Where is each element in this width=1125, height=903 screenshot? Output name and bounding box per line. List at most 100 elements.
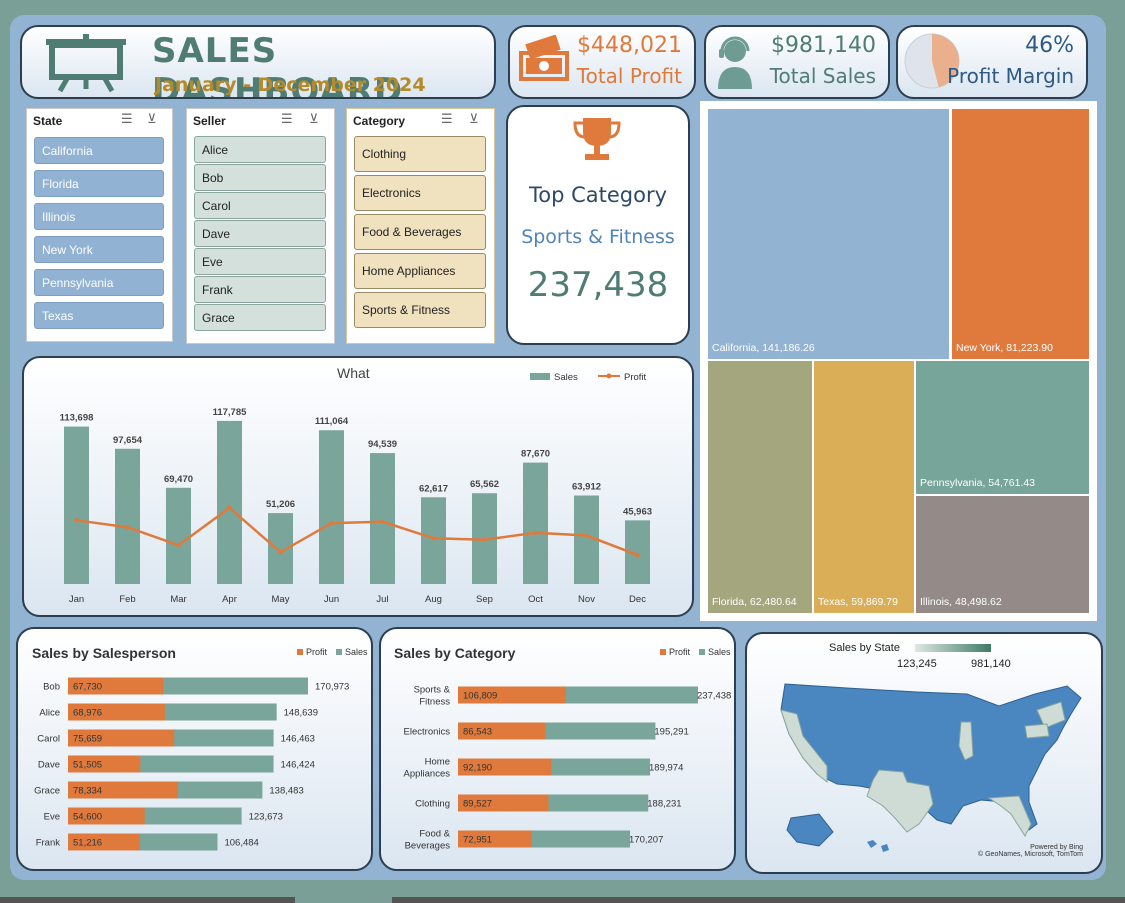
profit-line <box>76 506 638 557</box>
legend-sales-swatch <box>336 649 342 655</box>
y-tick-food-beverages-line2: Beverages <box>405 841 451 852</box>
sales-data-label-jun: 111,064 <box>315 416 349 427</box>
profit-point-feb <box>125 525 130 530</box>
monthly-sales-chart: What Sales Profit 113,698 Jan 97,654 Feb 69,470… <box>60 365 652 605</box>
sales-data-label-mar: 69,470 <box>164 474 193 485</box>
profit-data-label-alice: 68,976 <box>73 708 102 719</box>
clear-filter-icon[interactable]: ⊻ <box>469 112 479 127</box>
profit-point-apr <box>227 505 232 511</box>
state-slicer: State ☰ ⊻ California Florida Illinois New Y… <box>26 108 173 342</box>
state-item-new-york[interactable]: New York <box>34 236 164 263</box>
seller-item-bob[interactable]: Bob <box>194 164 326 191</box>
sales-bar-oct <box>523 462 548 584</box>
y-tick-carol: Carol <box>37 734 60 745</box>
horizontal-scrollbar-right[interactable] <box>392 897 1125 903</box>
clear-filter-icon[interactable]: ⊻ <box>147 112 157 127</box>
sales-data-label-dec: 45,963 <box>623 506 652 517</box>
treemap-tile-texas: Texas, 59,869.79 <box>813 360 915 614</box>
treemap-label-florida: Florida, 62,480.64 <box>712 596 797 608</box>
profit-data-label-food-beverages: 72,951 <box>463 835 492 846</box>
y-tick-dave: Dave <box>38 760 60 771</box>
map-title: Sales by State <box>829 642 900 654</box>
state-item-texas[interactable]: Texas <box>34 302 164 329</box>
profit-margin-value: 46% <box>1025 33 1074 58</box>
treemap-tile-illinois: Illinois, 48,498.62 <box>915 495 1090 614</box>
category-item-food-beverages[interactable]: Food & Beverages <box>354 214 486 250</box>
chart-title: Sales by Category <box>394 645 516 661</box>
category-item-home-appliances[interactable]: Home Appliances <box>354 253 486 289</box>
map-legend-max: 981,140 <box>971 658 1011 670</box>
multi-select-icon[interactable]: ☰ <box>121 112 133 127</box>
sales-data-label-sports-fitness: 237,438 <box>697 691 731 702</box>
sales-data-label-frank: 106,484 <box>224 838 258 849</box>
sales-by-state-map-card: Sales by State 123,245 981,140 Powered b… <box>745 632 1103 874</box>
seller-item-carol[interactable]: Carol <box>194 192 326 219</box>
profit-data-label-clothing: 89,527 <box>463 799 492 810</box>
monthly-sales-chart-card: What Sales Profit 113,698 Jan 97,654 Feb 69,470… <box>22 356 694 617</box>
sales-bar-jun <box>319 430 344 584</box>
category-item-sports-fitness[interactable]: Sports & Fitness <box>354 292 486 328</box>
total-sales-label: Total Sales <box>769 64 876 88</box>
kpi-profit-margin: 46% Profit Margin <box>896 25 1088 99</box>
treemap-label-texas: Texas, 59,869.79 <box>818 596 898 608</box>
sales-bar-jan <box>64 426 89 584</box>
treemap-tile-pennsylvania: Pennsylvania, 54,761.43 <box>915 360 1090 495</box>
legend-sales-label: Sales <box>345 647 368 657</box>
seller-item-eve[interactable]: Eve <box>194 248 326 275</box>
category-item-clothing[interactable]: Clothing <box>354 136 486 172</box>
category-item-electronics[interactable]: Electronics <box>354 175 486 211</box>
state-item-illinois[interactable]: Illinois <box>34 203 164 230</box>
category-chart: Sales by Category Profit Sales 106,809 237,4… <box>394 645 731 852</box>
profit-point-oct <box>533 530 538 535</box>
state-slicer-title: State <box>33 114 63 128</box>
x-tick-mar: Mar <box>170 594 186 605</box>
treemap-tile-california: California, 141,186.26 <box>707 108 950 360</box>
y-tick-clothing: Clothing <box>415 799 450 810</box>
sales-data-label-clothing: 188,231 <box>647 799 681 810</box>
y-tick-grace: Grace <box>34 786 60 797</box>
profit-data-label-eve: 54,600 <box>73 812 102 823</box>
multi-select-icon[interactable]: ☰ <box>281 112 293 127</box>
legend-profit-label: Profit <box>669 647 691 657</box>
pennsylvania-shape <box>1024 723 1050 739</box>
y-tick-bob: Bob <box>43 682 60 693</box>
sales-data-label-food-beverages: 170,207 <box>629 835 663 846</box>
alaska-shape <box>786 813 834 847</box>
x-tick-nov: Nov <box>578 594 595 605</box>
top-category-heading: Top Category <box>528 183 668 207</box>
map-credit-line1: Powered by Bing <box>1030 844 1083 851</box>
state-item-california[interactable]: California <box>34 137 164 164</box>
state-item-florida[interactable]: Florida <box>34 170 164 197</box>
seller-item-dave[interactable]: Dave <box>194 220 326 247</box>
multi-select-icon[interactable]: ☰ <box>441 112 453 127</box>
sales-data-label-may: 51,206 <box>266 499 295 510</box>
sales-data-label-bob: 170,973 <box>315 682 349 693</box>
map-legend-scale <box>915 644 991 652</box>
customer-support-icon <box>718 36 752 89</box>
sales-data-label-nov: 63,912 <box>572 482 601 493</box>
sales-data-label-sep: 65,562 <box>470 479 499 490</box>
state-item-pennsylvania[interactable]: Pennsylvania <box>34 269 164 296</box>
profit-point-sep <box>482 537 487 542</box>
y-tick-sports-fitness-line2: Fitness <box>419 697 450 708</box>
seller-item-frank[interactable]: Frank <box>194 276 326 303</box>
kpi-total-profit: $448,021 Total Profit <box>508 25 696 99</box>
sales-data-label-grace: 138,483 <box>269 786 303 797</box>
sales-data-label-eve: 123,673 <box>249 812 283 823</box>
clear-filter-icon[interactable]: ⊻ <box>309 112 319 127</box>
top-category-value: 237,438 <box>527 265 669 305</box>
chart-title: Sales by Salesperson <box>32 645 176 661</box>
seller-item-grace[interactable]: Grace <box>194 304 326 331</box>
us-map <box>780 683 1082 852</box>
total-profit-value: $448,021 <box>577 33 682 58</box>
chart-title: What <box>337 365 370 381</box>
x-tick-jun: Jun <box>324 594 339 605</box>
profit-data-label-frank: 51,216 <box>73 838 102 849</box>
treemap-tile-florida: Florida, 62,480.64 <box>707 360 813 614</box>
horizontal-scrollbar-left[interactable] <box>0 897 295 903</box>
sales-data-label-alice: 148,639 <box>284 708 318 719</box>
seller-item-alice[interactable]: Alice <box>194 136 326 163</box>
total-sales-value: $981,140 <box>771 33 876 58</box>
profit-point-aug <box>431 536 436 541</box>
x-tick-sep: Sep <box>476 594 493 605</box>
